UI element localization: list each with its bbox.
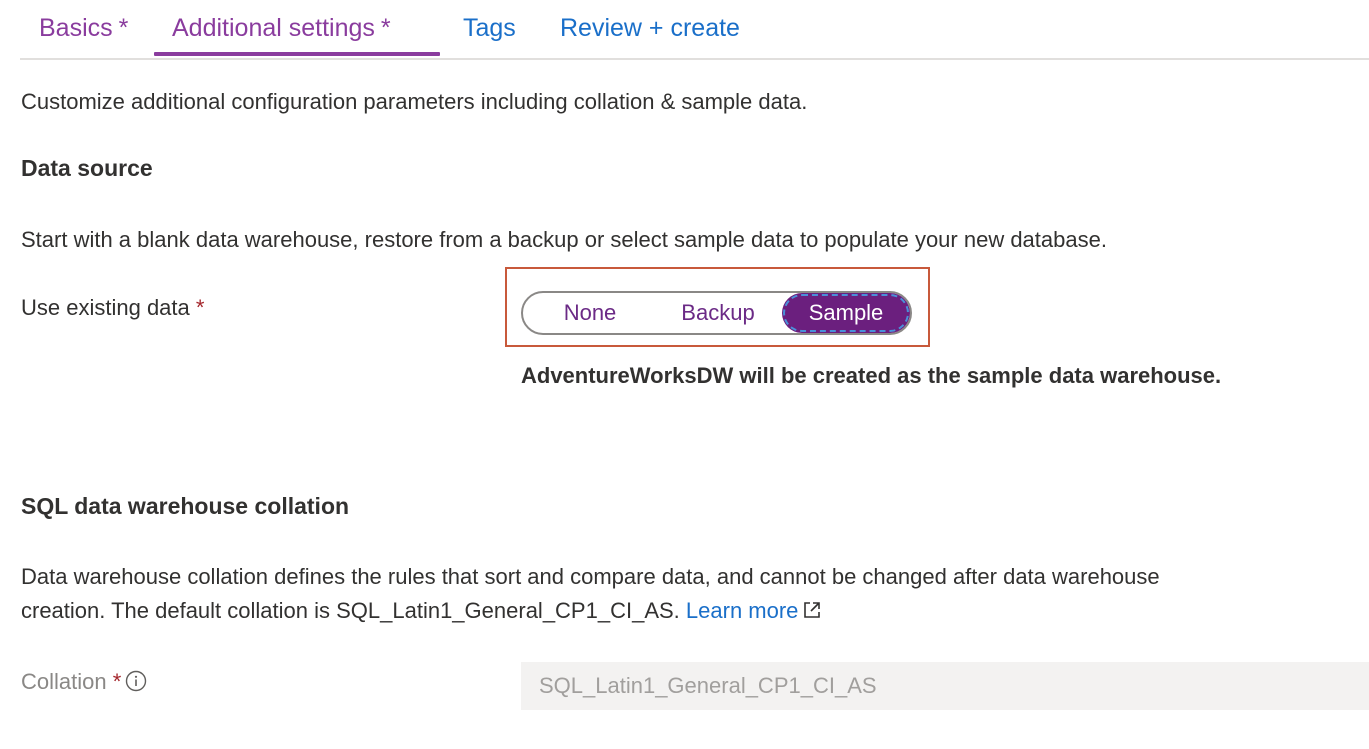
required-marker: * [112, 669, 122, 694]
tab-label: Tags [463, 14, 516, 42]
tab-tags[interactable]: Tags [463, 10, 516, 46]
sample-note: AdventureWorksDW will be created as the … [521, 363, 1222, 388]
tab-additional-settings[interactable]: Additional settings * [172, 10, 391, 46]
data-source-description: Start with a blank data warehouse, resto… [21, 227, 1107, 252]
data-source-heading: Data source [21, 155, 153, 181]
tab-label: Basics [39, 14, 113, 42]
collation-description-line1: Data warehouse collation defines the rul… [21, 564, 1160, 589]
option-none[interactable]: None [543, 293, 637, 333]
tab-label: Additional settings [172, 14, 375, 42]
collation-heading: SQL data warehouse collation [21, 493, 350, 519]
tab-bar: Basics * Additional settings * Tags Review… [20, 0, 1369, 60]
collation-description-text: creation. The default collation is SQL_L… [21, 598, 680, 623]
external-link-icon [802, 598, 822, 628]
tab-label: Review + create [560, 14, 740, 42]
required-marker: * [118, 14, 129, 42]
field-label: Collation [21, 669, 107, 694]
info-icon[interactable] [125, 670, 147, 700]
active-tab-indicator [154, 52, 440, 56]
option-sample[interactable]: Sample [782, 293, 910, 333]
collation-label: Collation * [21, 667, 147, 700]
required-marker: * [195, 295, 205, 320]
field-label: Use existing data [21, 295, 190, 320]
tab-review-create[interactable]: Review + create [560, 10, 740, 46]
use-existing-data-label: Use existing data * [21, 293, 204, 323]
required-marker: * [380, 14, 391, 42]
use-existing-data-toggle[interactable]: None Backup Sample [521, 291, 912, 335]
learn-more-label: Learn more [685, 598, 799, 623]
collation-description-line2: creation. The default collation is SQL_L… [21, 596, 822, 628]
learn-more-link[interactable]: Learn more [686, 598, 823, 623]
option-backup[interactable]: Backup [667, 293, 769, 333]
tab-basics[interactable]: Basics * [39, 10, 128, 46]
intro-text: Customize additional configuration param… [21, 89, 808, 114]
collation-field[interactable]: SQL_Latin1_General_CP1_CI_AS [521, 662, 1369, 710]
